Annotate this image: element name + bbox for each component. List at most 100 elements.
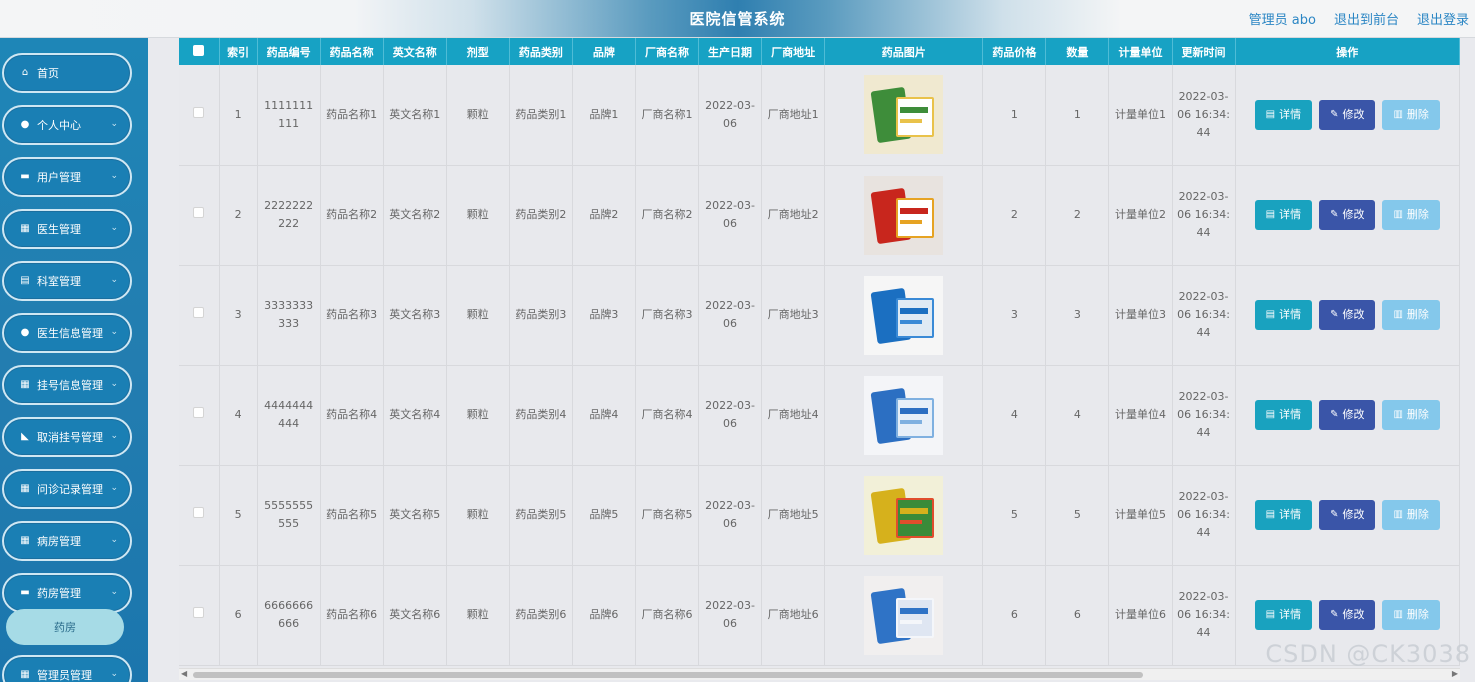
row-checkbox[interactable] (193, 207, 205, 218)
medicine-image[interactable] (864, 375, 944, 455)
sidebar-item-1[interactable]: ⌂ 首页 (2, 53, 132, 93)
medicine-image[interactable] (864, 275, 944, 355)
detail-button[interactable]: ▤ 详情 (1254, 500, 1313, 530)
cell-index: 1 (219, 65, 258, 166)
cell-address: 厂商地址5 (761, 465, 826, 566)
medicine-image[interactable] (864, 475, 944, 555)
medicine-image[interactable] (864, 175, 944, 255)
admin-username-link[interactable]: 管理员 abo (1249, 9, 1316, 28)
sidebar-item-label: 医生管理 (37, 223, 81, 236)
cell-date: 2022-03-06 (698, 465, 763, 566)
document-icon: ▤ (1265, 209, 1276, 220)
row-checkbox[interactable] (193, 407, 205, 418)
edit-button-label: 修改 (1342, 608, 1365, 621)
exit-to-frontend-link[interactable]: 退出到前台 (1334, 9, 1399, 28)
sidebar-item-8[interactable]: ◣ 取消挂号管理 ⌄ (2, 417, 132, 457)
sidebar-item-10[interactable]: ▦ 病房管理 ⌄ (2, 521, 132, 561)
medicine-image[interactable] (864, 575, 944, 655)
detail-button[interactable]: ▤ 详情 (1254, 200, 1313, 230)
detail-button-label: 详情 (1279, 608, 1302, 621)
cell-updated: 2022-03-06 16:34:44 (1172, 65, 1236, 166)
sidebar-item-2[interactable]: ● 个人中心 ⌄ (2, 105, 132, 145)
detail-button[interactable]: ▤ 详情 (1254, 400, 1313, 430)
row-checkbox[interactable] (193, 307, 205, 318)
row-checkbox-cell[interactable] (179, 565, 220, 666)
pencil-icon: ✎ (1330, 108, 1339, 120)
chevron-down-icon: ⌄ (110, 431, 118, 441)
edit-button[interactable]: ✎ 修改 (1319, 600, 1376, 630)
user-icon: ● (20, 119, 30, 130)
row-checkbox-cell[interactable] (179, 265, 220, 366)
logout-link[interactable]: 退出登录 (1417, 9, 1469, 28)
edit-button[interactable]: ✎ 修改 (1319, 99, 1376, 130)
delete-button[interactable]: ▥ 删除 (1382, 600, 1440, 630)
edit-button[interactable]: ✎ 修改 (1319, 400, 1376, 430)
delete-button-label: 删除 (1406, 107, 1429, 121)
sidebar-item-7[interactable]: ▦ 挂号信息管理 ⌄ (2, 365, 132, 405)
edit-button[interactable]: ✎ 修改 (1319, 200, 1376, 230)
row-checkbox-cell[interactable] (179, 65, 220, 166)
delete-button[interactable]: ▥ 删除 (1382, 99, 1440, 130)
cell-unit: 计量单位2 (1108, 165, 1173, 266)
delete-button[interactable]: ▥ 删除 (1382, 200, 1440, 230)
grid-icon: ▦ (20, 669, 30, 680)
detail-button-label: 详情 (1279, 508, 1302, 521)
edit-button[interactable]: ✎ 修改 (1319, 500, 1376, 530)
cell-price: 2 (982, 165, 1047, 266)
detail-button[interactable]: ▤ 详情 (1254, 99, 1313, 130)
delete-button[interactable]: ▥ 删除 (1382, 300, 1440, 330)
grid-icon: ▦ (20, 223, 30, 234)
edit-button-label: 修改 (1342, 408, 1365, 421)
column-header: 药品图片 (824, 38, 984, 65)
sidebar-item-9[interactable]: ▦ 问诊记录管理 ⌄ (2, 469, 132, 509)
select-all-checkbox[interactable] (193, 44, 205, 56)
cell-index: 2 (219, 165, 258, 266)
cell-code: 2222222222 (257, 165, 321, 266)
chevron-down-icon: ⌄ (110, 379, 118, 389)
cell-image (824, 65, 984, 166)
chevron-down-icon: ⌄ (110, 669, 118, 679)
row-checkbox[interactable] (193, 507, 205, 518)
cell-price: 6 (982, 565, 1047, 666)
column-header: 药品编号 (257, 38, 321, 65)
row-checkbox-cell[interactable] (179, 465, 220, 566)
cell-category: 药品类别2 (509, 165, 573, 266)
delete-button[interactable]: ▥ 删除 (1382, 400, 1440, 430)
trash-icon: ▥ (1393, 609, 1403, 620)
column-header: 药品价格 (982, 38, 1047, 65)
row-checkbox-cell[interactable] (179, 165, 220, 266)
scroll-left-icon[interactable]: ◀ (181, 669, 187, 678)
cell-unit: 计量单位6 (1108, 565, 1173, 666)
cell-address: 厂商地址3 (761, 265, 826, 366)
select-all-checkbox-cell[interactable] (179, 38, 220, 65)
row-checkbox[interactable] (193, 106, 205, 118)
column-header: 更新时间 (1172, 38, 1236, 65)
detail-button[interactable]: ▤ 详情 (1254, 600, 1313, 630)
cell-index: 4 (219, 365, 258, 466)
scroll-right-icon[interactable]: ▶ (1452, 669, 1458, 678)
cell-address: 厂商地址6 (761, 565, 826, 666)
row-checkbox-cell[interactable] (179, 365, 220, 466)
header-links: 管理员 abo 退出到前台 退出登录 (1249, 9, 1469, 28)
horizontal-scrollbar[interactable]: ◀ ▶ (179, 668, 1460, 680)
medicine-image[interactable] (864, 75, 944, 155)
cell-price: 4 (982, 365, 1047, 466)
edit-button[interactable]: ✎ 修改 (1319, 300, 1376, 330)
car-icon: ▬ (20, 587, 30, 598)
sidebar-item-3[interactable]: ▬ 用户管理 ⌄ (2, 157, 132, 197)
chevron-down-icon: ⌄ (110, 535, 118, 545)
sidebar-item-6[interactable]: ● 医生信息管理 ⌄ (2, 313, 132, 353)
sidebar-item-4[interactable]: ▦ 医生管理 ⌄ (2, 209, 132, 249)
cell-brand: 品牌3 (572, 265, 636, 366)
scrollbar-thumb[interactable] (193, 672, 1143, 678)
sidebar-subitem-pharmacy[interactable]: 药房 (6, 609, 124, 645)
detail-button[interactable]: ▤ 详情 (1254, 300, 1313, 330)
cell-image (824, 165, 984, 266)
sidebar-item-12[interactable]: ▦ 管理员管理 ⌄ (2, 655, 132, 682)
cell-form: 颗粒 (446, 265, 510, 366)
sidebar-item-11[interactable]: ▬ 药房管理 ⌄ (2, 573, 132, 613)
row-checkbox[interactable] (193, 607, 205, 618)
cell-index: 3 (219, 265, 258, 366)
sidebar-item-5[interactable]: ▤ 科室管理 ⌄ (2, 261, 132, 301)
delete-button[interactable]: ▥ 删除 (1382, 500, 1440, 530)
